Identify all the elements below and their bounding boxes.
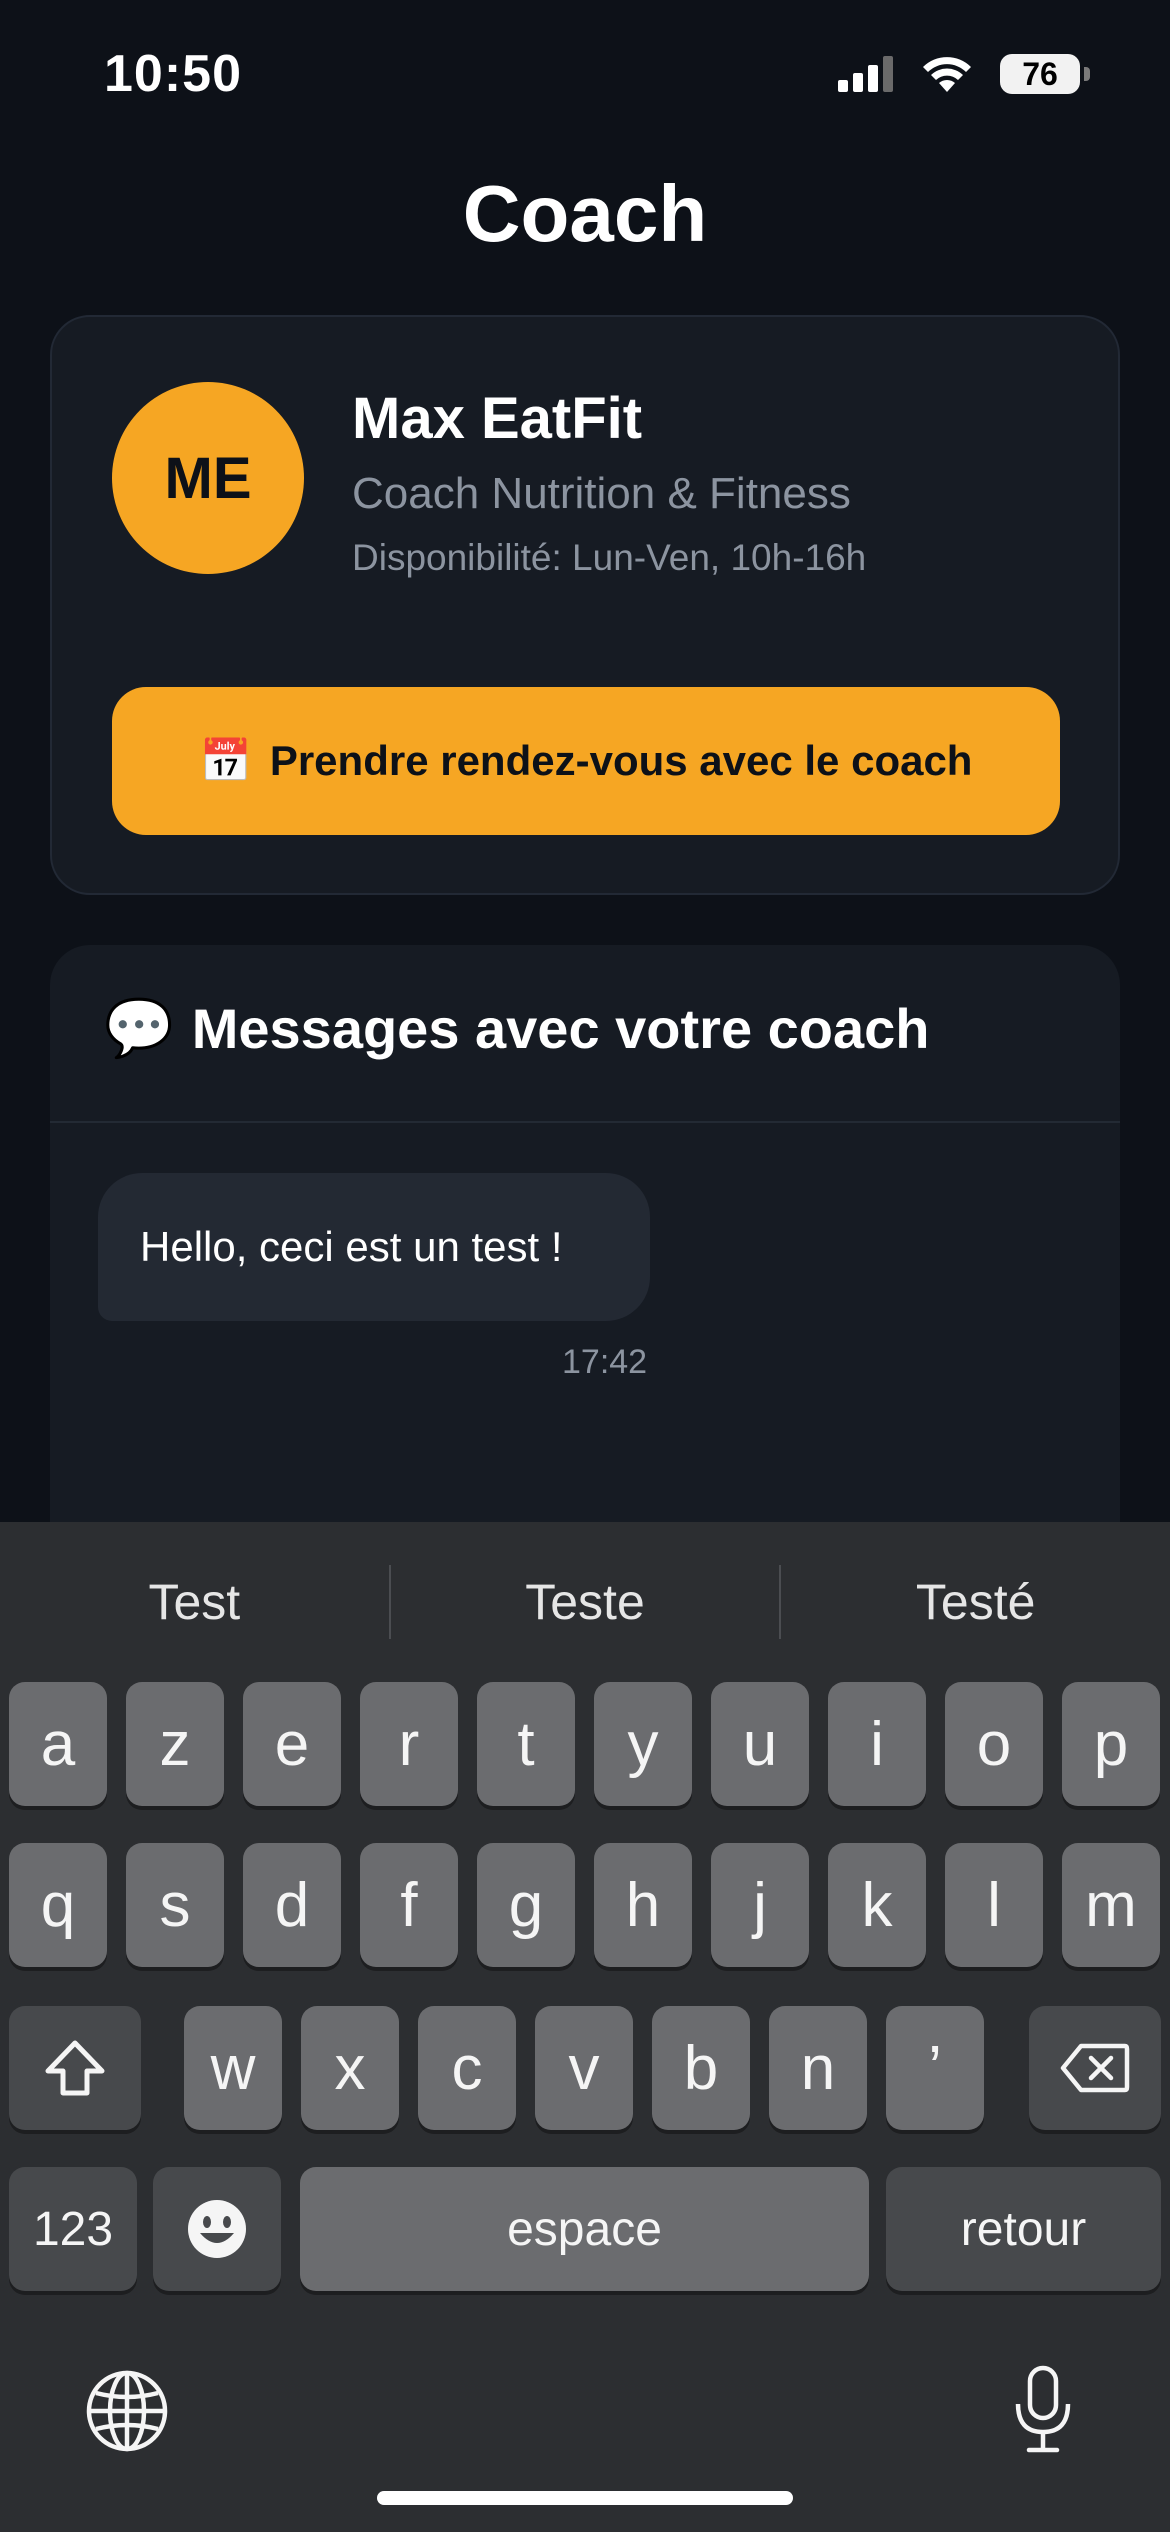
page-title: Coach xyxy=(462,169,708,258)
key-a[interactable]: a xyxy=(9,1682,107,1806)
shift-key[interactable] xyxy=(9,2006,141,2130)
key-apostrophe[interactable]: ’ xyxy=(886,2006,984,2130)
globe-icon[interactable] xyxy=(84,2368,170,2454)
home-indicator xyxy=(377,2491,793,2505)
key-r[interactable]: r xyxy=(360,1682,458,1806)
speech-bubble-icon: 💬 xyxy=(104,996,174,1059)
calendar-icon: 📅 xyxy=(199,736,252,784)
key-g[interactable]: g xyxy=(477,1843,575,1967)
key-p[interactable]: p xyxy=(1062,1682,1160,1806)
backspace-icon xyxy=(1060,2043,1130,2093)
key-n[interactable]: n xyxy=(769,2006,867,2130)
message-timestamp: 17:42 xyxy=(562,1343,648,1381)
keyboard: Test Teste Testé a z e r t y u i o p q s… xyxy=(0,1522,1170,2532)
key-v[interactable]: v xyxy=(535,2006,633,2130)
key-x[interactable]: x xyxy=(301,2006,399,2130)
book-appointment-button[interactable]: 📅 Prendre rendez-vous avec le coach xyxy=(112,687,1060,835)
key-s[interactable]: s xyxy=(126,1843,224,1967)
suggestion-item[interactable]: Testé xyxy=(781,1573,1170,1631)
coach-name: Max EatFit xyxy=(352,386,643,451)
coach-availability: Disponibilité: Lun-Ven, 10h-16h xyxy=(352,537,867,578)
key-m[interactable]: m xyxy=(1062,1843,1160,1967)
key-j[interactable]: j xyxy=(711,1843,809,1967)
book-appointment-label: Prendre rendez-vous avec le coach xyxy=(269,737,973,784)
backspace-key[interactable] xyxy=(1029,2006,1161,2130)
return-key[interactable]: retour xyxy=(886,2167,1161,2291)
key-e[interactable]: e xyxy=(243,1682,341,1806)
suggestion-item[interactable]: Teste xyxy=(391,1573,780,1631)
status-icons: 76 xyxy=(838,54,1090,94)
suggestion-item[interactable]: Test xyxy=(0,1573,389,1631)
status-time: 10:50 xyxy=(104,45,242,103)
messages-title-text: Messages avec votre coach xyxy=(191,996,930,1060)
messages-header: 💬 Messages avec votre coach xyxy=(50,945,1120,1123)
key-k[interactable]: k xyxy=(828,1843,926,1967)
key-l[interactable]: l xyxy=(945,1843,1043,1967)
battery-icon: 76 xyxy=(1000,54,1090,94)
key-t[interactable]: t xyxy=(477,1682,575,1806)
shift-arrow-icon xyxy=(45,2040,105,2096)
message-bubble[interactable]: Hello, ceci est un test ! xyxy=(98,1173,650,1321)
key-c[interactable]: c xyxy=(418,2006,516,2130)
emoji-key[interactable] xyxy=(153,2167,281,2291)
microphone-icon[interactable] xyxy=(1012,2364,1074,2456)
avatar: ME xyxy=(112,382,304,574)
key-q[interactable]: q xyxy=(9,1843,107,1967)
key-f[interactable]: f xyxy=(360,1843,458,1967)
wifi-icon xyxy=(923,57,971,92)
battery-level: 76 xyxy=(1022,55,1058,92)
space-key[interactable]: espace xyxy=(300,2167,869,2291)
emoji-icon xyxy=(188,2200,246,2258)
cellular-signal-icon xyxy=(838,56,893,92)
messages-title: 💬 Messages avec votre coach xyxy=(104,995,930,1061)
key-u[interactable]: u xyxy=(711,1682,809,1806)
key-h[interactable]: h xyxy=(594,1843,692,1967)
key-w[interactable]: w xyxy=(184,2006,282,2130)
suggestion-bar: Test Teste Testé xyxy=(0,1522,1170,1682)
key-o[interactable]: o xyxy=(945,1682,1043,1806)
coach-role: Coach Nutrition & Fitness xyxy=(352,469,851,518)
numbers-key[interactable]: 123 xyxy=(9,2167,137,2291)
key-y[interactable]: y xyxy=(594,1682,692,1806)
coach-card: ME Max EatFit Coach Nutrition & Fitness … xyxy=(50,315,1120,895)
status-bar: 10:50 76 xyxy=(0,0,1170,150)
key-i[interactable]: i xyxy=(828,1682,926,1806)
key-z[interactable]: z xyxy=(126,1682,224,1806)
key-d[interactable]: d xyxy=(243,1843,341,1967)
key-b[interactable]: b xyxy=(652,2006,750,2130)
